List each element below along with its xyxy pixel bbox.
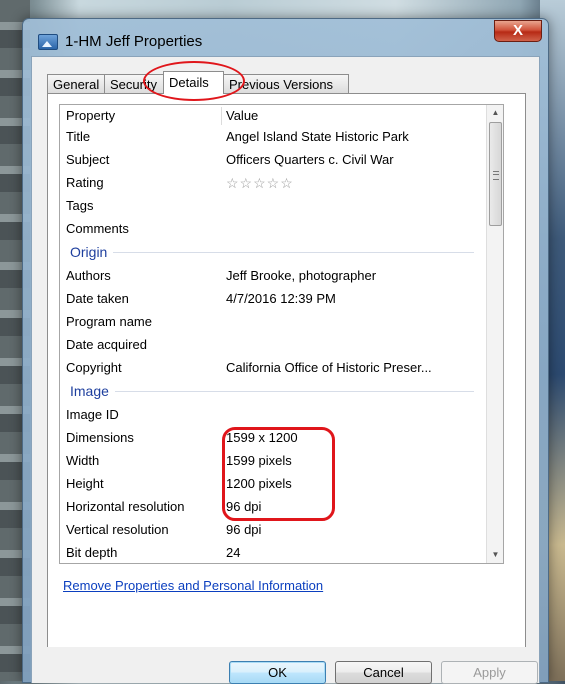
window-title: 1-HM Jeff Properties xyxy=(65,33,203,50)
group-heading-origin: Origin xyxy=(66,241,474,263)
property-name: Width xyxy=(66,453,100,468)
property-row[interactable]: Bit depth 24 xyxy=(66,542,486,563)
property-row[interactable]: Rating ☆☆☆☆☆ xyxy=(66,172,486,194)
property-row[interactable]: Comments xyxy=(66,218,486,240)
property-value[interactable]: Officers Quarters c. Civil War xyxy=(226,149,486,171)
vertical-scrollbar[interactable]: ▲ ▼ xyxy=(486,105,503,563)
property-name: Dimensions xyxy=(66,430,134,445)
annotation-box-dimensions xyxy=(222,427,335,521)
rating-stars-icon[interactable]: ☆☆☆☆☆ xyxy=(226,172,486,194)
property-name: Height xyxy=(66,476,104,491)
property-name: Date acquired xyxy=(66,337,147,352)
scroll-down-arrow-icon[interactable]: ▼ xyxy=(487,546,503,563)
property-name: Rating xyxy=(66,175,104,190)
property-value[interactable]: 4/7/2016 12:39 PM xyxy=(226,288,486,310)
grip-icon xyxy=(493,171,499,180)
property-value[interactable]: 96 dpi xyxy=(226,519,486,541)
property-value[interactable]: California Office of Historic Preser... xyxy=(226,357,486,379)
properties-window: 1-HM Jeff Properties X General Security … xyxy=(22,18,549,684)
property-name: Title xyxy=(66,129,91,144)
property-name: Comments xyxy=(66,221,129,236)
property-row[interactable]: Title Angel Island State Historic Park xyxy=(66,126,486,148)
close-button[interactable]: X xyxy=(494,20,542,42)
image-file-icon xyxy=(38,34,58,50)
property-name: Authors xyxy=(66,268,111,283)
property-row[interactable]: Image ID xyxy=(66,404,486,426)
group-label: Origin xyxy=(66,244,114,260)
group-heading-image: Image xyxy=(66,380,474,402)
dialog-client-area: General Security Details Previous Versio… xyxy=(31,56,540,684)
property-row[interactable]: Date taken 4/7/2016 12:39 PM xyxy=(66,288,486,310)
property-value[interactable]: Angel Island State Historic Park xyxy=(226,126,486,148)
property-row[interactable]: Program name xyxy=(66,311,486,333)
property-name: Subject xyxy=(66,152,110,167)
column-header-value[interactable]: Value xyxy=(226,107,486,125)
remove-properties-link[interactable]: Remove Properties and Personal Informati… xyxy=(63,578,323,593)
property-name: Date taken xyxy=(66,291,129,306)
column-header-property[interactable]: Property xyxy=(66,107,222,125)
annotation-circle-details-tab xyxy=(143,61,245,101)
property-value[interactable]: Jeff Brooke, photographer xyxy=(226,265,486,287)
group-divider xyxy=(66,391,474,392)
property-row[interactable]: Vertical resolution 96 dpi xyxy=(66,519,486,541)
property-name: Bit depth xyxy=(66,545,118,560)
property-name: Tags xyxy=(66,198,94,213)
title-bar[interactable]: 1-HM Jeff Properties X xyxy=(23,19,548,55)
scrollbar-thumb[interactable] xyxy=(489,122,502,226)
property-name: Image ID xyxy=(66,407,119,422)
property-value[interactable]: 24 xyxy=(226,542,486,563)
property-row[interactable]: Authors Jeff Brooke, photographer xyxy=(66,265,486,287)
property-row[interactable]: Subject Officers Quarters c. Civil War xyxy=(66,149,486,171)
property-name: Copyright xyxy=(66,360,122,375)
tab-general[interactable]: General xyxy=(47,74,105,93)
scroll-up-arrow-icon[interactable]: ▲ xyxy=(487,105,503,121)
group-divider xyxy=(66,252,474,253)
property-row[interactable]: Date acquired xyxy=(66,334,486,356)
property-row[interactable]: Tags xyxy=(66,195,486,217)
property-list-header: Property Value xyxy=(66,107,486,125)
details-tab-panel: Property Value Title Angel Island State … xyxy=(47,93,526,667)
property-row[interactable]: Copyright California Office of Historic … xyxy=(66,357,486,379)
property-name: Program name xyxy=(66,314,152,329)
dialog-button-bar: OK Cancel Apply xyxy=(32,647,539,684)
group-label: Image xyxy=(66,383,115,399)
property-name: Horizontal resolution xyxy=(66,499,185,514)
property-name: Vertical resolution xyxy=(66,522,169,537)
